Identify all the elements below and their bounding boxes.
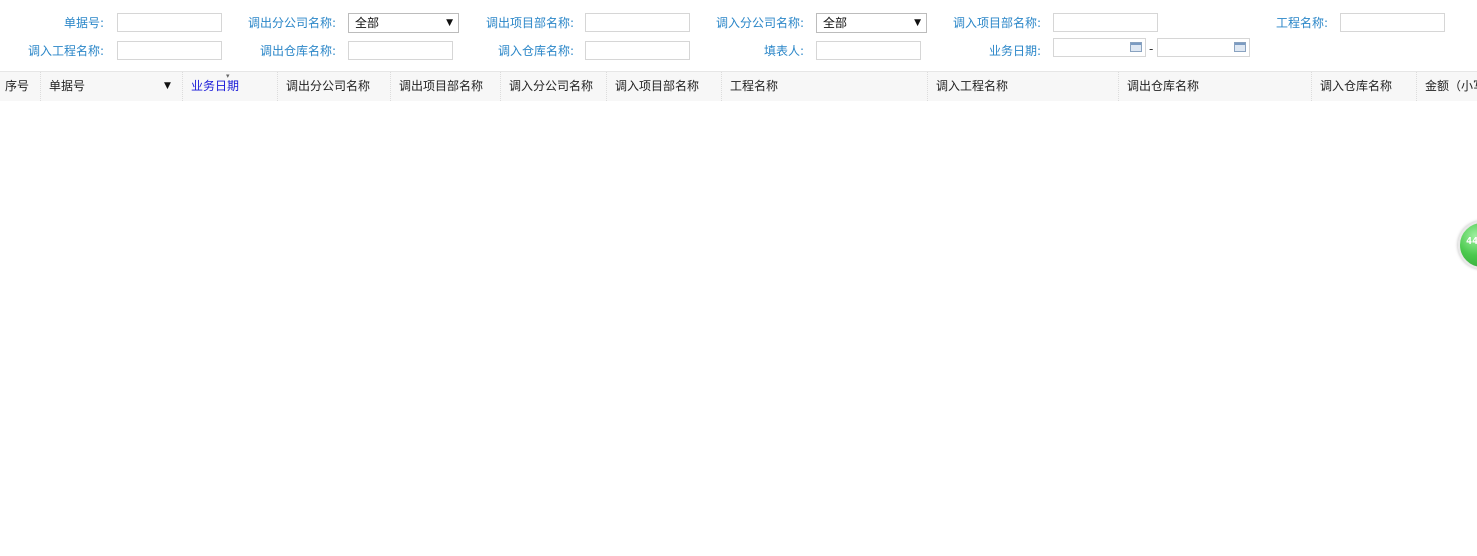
calendar-icon[interactable] [1234, 42, 1246, 52]
sort-indicator-icon: ▾ [226, 72, 230, 80]
date-range-separator: - [1149, 42, 1154, 56]
column-header-out-branch[interactable]: 调出分公司名称 [277, 72, 390, 101]
project-name-input[interactable] [1340, 13, 1445, 32]
chevron-down-icon: ▼ [446, 18, 453, 28]
column-header-index[interactable]: 序号 [0, 72, 40, 101]
in-project-label: 调入项目部名称: [952, 16, 1041, 30]
calendar-icon[interactable] [1130, 42, 1142, 52]
column-header-in-project-name[interactable]: 调入工程名称 [927, 72, 1118, 101]
column-header-in-project[interactable]: 调入项目部名称 [606, 72, 721, 101]
chevron-down-icon: ▼ [914, 18, 921, 28]
biz-date-label: 业务日期: [988, 44, 1041, 58]
floating-button-label: 44 [1466, 236, 1477, 247]
doc-no-input[interactable] [117, 13, 222, 32]
column-header-out-warehouse[interactable]: 调出仓库名称 [1118, 72, 1311, 101]
column-header-out-project[interactable]: 调出项目部名称 [390, 72, 500, 101]
column-header-project-name[interactable]: 工程名称 [721, 72, 927, 101]
in-warehouse-input[interactable] [585, 41, 690, 60]
column-header-doc-no[interactable]: 单据号 [40, 72, 182, 101]
filter-panel: 单据号: 调出分公司名称: 全部 ▼ 调出项目部名称: 调入分公司名称: 全部 … [0, 0, 1477, 70]
project-name-label: 工程名称: [1275, 16, 1328, 30]
out-project-label: 调出项目部名称: [485, 16, 574, 30]
doc-no-label: 单据号: [63, 16, 104, 30]
in-branch-label: 调入分公司名称: [715, 16, 804, 30]
out-branch-label: 调出分公司名称: [247, 16, 336, 30]
filler-label: 填表人: [763, 44, 804, 58]
in-project-name-label: 调入工程名称: [27, 44, 104, 58]
column-header-in-branch[interactable]: 调入分公司名称 [500, 72, 606, 101]
out-branch-select[interactable]: 全部 ▼ [348, 13, 459, 33]
out-project-input[interactable] [585, 13, 690, 32]
grid-header: 序号 单据号 ▼ 业务日期 ▾ 调出分公司名称 调出项目部名称 调入分公司名称 … [0, 71, 1477, 102]
in-project-input[interactable] [1053, 13, 1158, 32]
in-warehouse-label: 调入仓库名称: [497, 44, 574, 58]
column-header-amount[interactable]: 金额（小写 [1416, 72, 1477, 101]
out-warehouse-input[interactable] [348, 41, 453, 60]
out-branch-value: 全部 [355, 16, 380, 30]
out-warehouse-label: 调出仓库名称: [259, 44, 336, 58]
in-project-name-input[interactable] [117, 41, 222, 60]
column-header-in-warehouse[interactable]: 调入仓库名称 [1311, 72, 1416, 101]
biz-date-end-input[interactable] [1157, 38, 1250, 57]
column-menu-icon[interactable]: ▼ [164, 72, 171, 101]
in-branch-select[interactable]: 全部 ▼ [816, 13, 927, 33]
biz-date-start-input[interactable] [1053, 38, 1146, 57]
grid-body [0, 101, 1477, 556]
in-branch-value: 全部 [823, 16, 848, 30]
filler-input[interactable] [816, 41, 921, 60]
